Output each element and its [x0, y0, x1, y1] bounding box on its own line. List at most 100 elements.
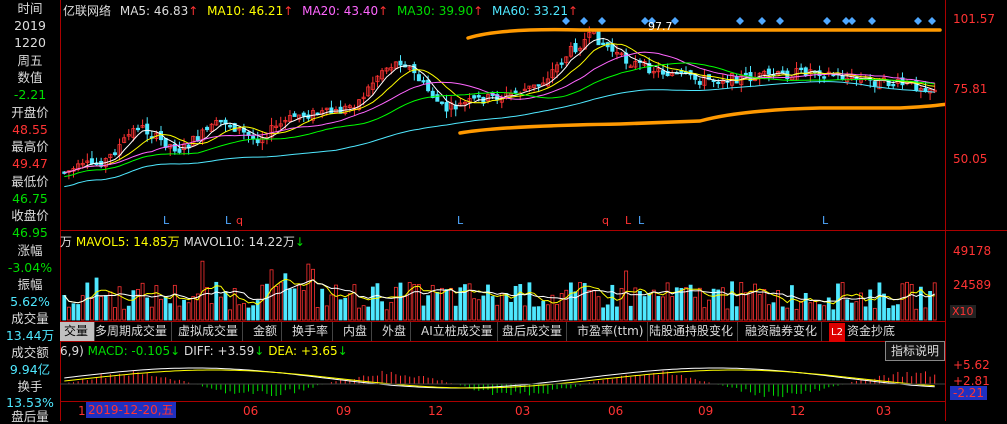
tab-pe-ttm[interactable]: 市盈率(ttm)	[573, 322, 649, 341]
tab-volume[interactable]: 交量	[60, 322, 95, 341]
volume-bar	[730, 281, 734, 321]
volume-bar	[145, 297, 150, 321]
volume-bar	[868, 289, 873, 321]
volume-bar	[361, 305, 366, 321]
volume-bar	[398, 282, 403, 321]
volume-bar	[785, 307, 790, 321]
candle-body	[416, 74, 421, 82]
time-axis: 1 3 06 09 12 03 06 09 12 03	[60, 401, 945, 422]
volume-bar	[753, 283, 757, 321]
ma-line-60	[64, 81, 935, 188]
tab-inner-volume[interactable]: 内盘	[339, 322, 373, 341]
volume-bar	[324, 305, 329, 321]
volume-bar	[472, 298, 477, 321]
event-diamond	[758, 17, 766, 25]
candle-body	[660, 70, 665, 75]
volume-bar	[656, 296, 661, 321]
volume-bar	[214, 281, 219, 321]
volume-bar	[444, 289, 449, 321]
volume-bar	[297, 284, 302, 321]
volume-bar	[895, 304, 900, 321]
volume-bar	[172, 284, 177, 321]
volume-bar	[707, 299, 711, 321]
volume-bar	[209, 303, 214, 321]
volume-bar	[154, 285, 159, 321]
volume-bar	[545, 304, 550, 321]
volume-bar	[306, 263, 311, 321]
volume-bar	[504, 293, 509, 321]
volume-bar	[403, 296, 407, 321]
volume-bar	[301, 290, 306, 321]
turnover-label: 成交额	[11, 345, 49, 360]
time-tick: 06	[608, 404, 624, 418]
candle-body	[398, 60, 403, 66]
price-tick-high: 101.57	[953, 12, 995, 26]
candle-body	[872, 81, 877, 87]
volume-bar	[914, 308, 919, 321]
price-axis: 101.57 75.81 50.05	[945, 0, 1007, 230]
candle-body	[476, 95, 481, 98]
tab-outer-volume[interactable]: 外盘	[378, 322, 412, 341]
volume-bar	[103, 295, 108, 321]
volume-bar	[329, 294, 334, 321]
after-hours-label: 盘后量	[11, 409, 49, 424]
amplitude-label: 振幅	[17, 277, 43, 292]
volume-bar	[555, 303, 559, 321]
volume-bar	[113, 307, 117, 321]
tab-multi-period-volume[interactable]: 多周期成交量	[91, 322, 173, 341]
time-tick: 06	[243, 404, 259, 418]
signal-marker: L	[163, 214, 170, 227]
turnover-value: 9.94亿	[9, 362, 51, 377]
tab-after-hours-volume[interactable]: 盘后成交量	[498, 322, 568, 341]
volume-bar	[624, 270, 629, 321]
event-markers[interactable]	[562, 17, 936, 25]
volume-bar	[564, 289, 569, 321]
volume-bar	[854, 301, 859, 321]
high-value: 49.47	[12, 156, 48, 171]
tab-virtual-volume[interactable]: 虚拟成交量	[174, 322, 244, 341]
volume-bar	[532, 306, 536, 321]
mavol-arrow: ↓	[294, 235, 305, 249]
tab-northbound-holding[interactable]: 陆股通持股变化	[645, 322, 739, 341]
mavol10-value: MAVOL10: 14.22万	[183, 235, 295, 249]
change-label: 涨幅	[17, 243, 43, 258]
tab-ai-volume[interactable]: AI立桩成交量	[417, 322, 498, 341]
volume-bar	[628, 305, 633, 321]
candle-body	[822, 76, 827, 79]
volume-bar	[71, 303, 76, 321]
volume-bar	[568, 282, 573, 321]
volume-bar	[513, 285, 518, 321]
volume-bar	[522, 305, 527, 321]
mavol5-value: MAVOL5: 14.85万	[75, 235, 180, 249]
event-diamond	[562, 17, 570, 25]
volume-bar	[108, 291, 113, 321]
high-label: 最高价	[11, 139, 49, 154]
candle-body	[435, 94, 440, 102]
tab-bottom-fishing[interactable]: L2 资金抄底	[825, 322, 899, 342]
volume-bar	[817, 304, 822, 321]
tab-amount[interactable]: 金额	[249, 322, 283, 341]
candle-body	[135, 127, 140, 131]
volume-bar	[596, 296, 601, 321]
volume-bar	[499, 292, 504, 321]
candle-body	[840, 75, 845, 80]
signal-markers[interactable]: LLqLqLLL	[163, 214, 829, 227]
volume-bar	[186, 302, 191, 321]
ma-line-30	[64, 62, 935, 178]
tab-turnover-rate[interactable]: 换手率	[288, 322, 334, 341]
macd-value: MACD: -0.105	[87, 344, 171, 358]
dea-line	[64, 369, 935, 389]
volume-bar	[343, 297, 348, 321]
signal-marker: q	[602, 214, 609, 227]
indicator-help-button[interactable]: 指标说明	[885, 341, 945, 361]
volume-bar	[794, 308, 799, 321]
close-value: 46.95	[12, 225, 48, 240]
volume-bar	[370, 286, 375, 321]
event-diamond	[776, 17, 784, 25]
tab-margin-trading[interactable]: 融资融券变化	[741, 322, 823, 341]
volume-bar	[223, 291, 228, 321]
year-value: 2019	[14, 18, 46, 33]
macd-current-value: -2.21	[950, 386, 988, 400]
volume-bar	[771, 302, 776, 321]
volume-bar	[274, 285, 279, 321]
